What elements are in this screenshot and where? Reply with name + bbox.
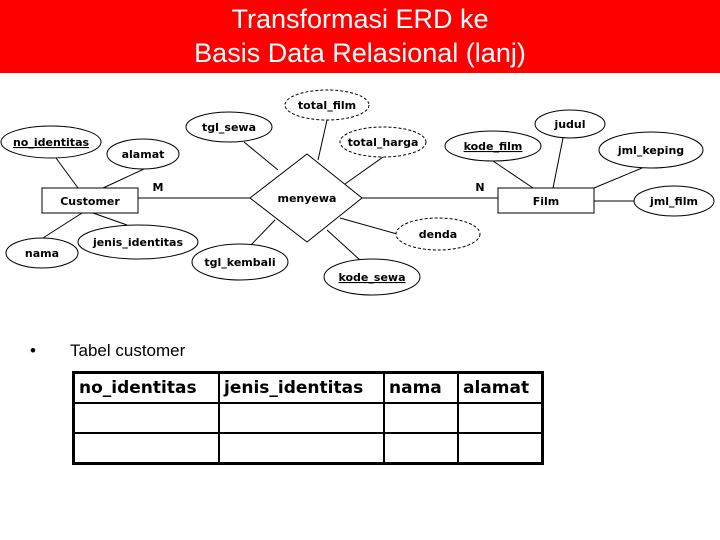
attr-total-film-label: total_film bbox=[298, 99, 356, 112]
column-header-jenis-identitas: jenis_identitas bbox=[218, 371, 385, 404]
connector-judul bbox=[552, 137, 564, 189]
attr-jenis-identitas: jenis_identitas bbox=[77, 224, 199, 260]
attr-alamat: alamat bbox=[106, 138, 180, 170]
attr-jml-film-label: jml_film bbox=[649, 195, 698, 208]
attr-total-film: total_film bbox=[284, 89, 370, 121]
attr-no-identitas: no_identitas bbox=[0, 125, 102, 159]
entity-customer-label: Customer bbox=[60, 195, 120, 208]
connector-alamat bbox=[102, 168, 145, 189]
bullet-item: • Tabel customer bbox=[30, 341, 185, 361]
connector-denda bbox=[339, 217, 398, 235]
attr-jml-keping-label: jml_keping bbox=[617, 144, 684, 157]
customer-table: no_identitas jenis_identitas nama alamat bbox=[72, 371, 544, 465]
cardinality-n: N bbox=[475, 181, 484, 194]
connector-no-identitas bbox=[55, 157, 79, 189]
connector-jenis-identitas bbox=[92, 212, 128, 226]
attr-denda-label: denda bbox=[419, 228, 457, 241]
cardinality-m: M bbox=[153, 181, 164, 194]
table-row bbox=[72, 402, 544, 434]
attr-jml-keping: jml_keping bbox=[598, 131, 704, 169]
connector-kode-sewa bbox=[326, 229, 361, 261]
attr-jml-film: jml_film bbox=[633, 185, 715, 217]
relationship-menyewa-label: menyewa bbox=[278, 192, 337, 205]
attr-kode-sewa-label: kode_sewa bbox=[338, 271, 405, 284]
attr-total-harga: total_harga bbox=[339, 126, 427, 158]
attr-nama: nama bbox=[5, 237, 79, 269]
table-cell bbox=[72, 432, 220, 465]
attr-judul-label: judul bbox=[553, 118, 585, 131]
attr-tgl-sewa-label: tgl_sewa bbox=[202, 121, 256, 134]
table-header-row: no_identitas jenis_identitas nama alamat bbox=[72, 371, 544, 404]
erd-diagram: Customer Film menyewa M N no_identitas a… bbox=[0, 89, 715, 296]
attr-nama-label: nama bbox=[25, 247, 59, 260]
table-cell bbox=[218, 402, 385, 434]
slide-title-line-1: Transformasi ERD ke bbox=[231, 4, 489, 34]
connector-total-harga bbox=[344, 156, 384, 185]
attr-kode-sewa: kode_sewa bbox=[323, 258, 421, 296]
entity-customer: Customer bbox=[41, 187, 139, 214]
table-row bbox=[72, 432, 544, 465]
column-header-alamat: alamat bbox=[457, 371, 544, 404]
table-cell bbox=[457, 402, 544, 434]
connector-kode-film bbox=[492, 160, 534, 189]
attr-tgl-kembali-label: tgl_kembali bbox=[204, 256, 275, 269]
connector-nama bbox=[42, 212, 83, 239]
entity-film: Film bbox=[497, 187, 595, 214]
attr-judul: judul bbox=[534, 109, 606, 139]
attr-alamat-label: alamat bbox=[122, 148, 165, 161]
table-cell bbox=[72, 402, 220, 434]
slide-title-line-2: Basis Data Relasional (lanj) bbox=[194, 38, 526, 68]
attr-tgl-kembali: tgl_kembali bbox=[191, 243, 289, 281]
connector-total-film bbox=[317, 119, 328, 161]
entity-film-label: Film bbox=[533, 195, 560, 208]
attr-kode-film-label: kode_film bbox=[464, 140, 523, 153]
table-cell bbox=[383, 432, 459, 465]
bullet-icon: • bbox=[30, 341, 36, 360]
column-header-nama: nama bbox=[383, 371, 459, 404]
table-cell bbox=[218, 432, 385, 465]
connector-jml-keping bbox=[593, 167, 643, 189]
column-header-no-identitas: no_identitas bbox=[72, 371, 220, 404]
connector-tgl-kembali bbox=[249, 219, 276, 247]
table-cell bbox=[457, 432, 544, 465]
attr-total-harga-label: total_harga bbox=[348, 136, 419, 149]
title-band: Transformasi ERD ke Basis Data Relasiona… bbox=[0, 0, 720, 73]
attr-jenis-identitas-label: jenis_identitas bbox=[92, 236, 184, 249]
attr-kode-film: kode_film bbox=[444, 130, 542, 162]
connector-tgl-sewa bbox=[243, 141, 279, 171]
attr-tgl-sewa: tgl_sewa bbox=[185, 111, 273, 143]
table-cell bbox=[383, 402, 459, 434]
attr-no-identitas-label: no_identitas bbox=[13, 136, 90, 149]
bullet-text: Tabel customer bbox=[70, 341, 186, 360]
attr-denda: denda bbox=[395, 217, 481, 251]
